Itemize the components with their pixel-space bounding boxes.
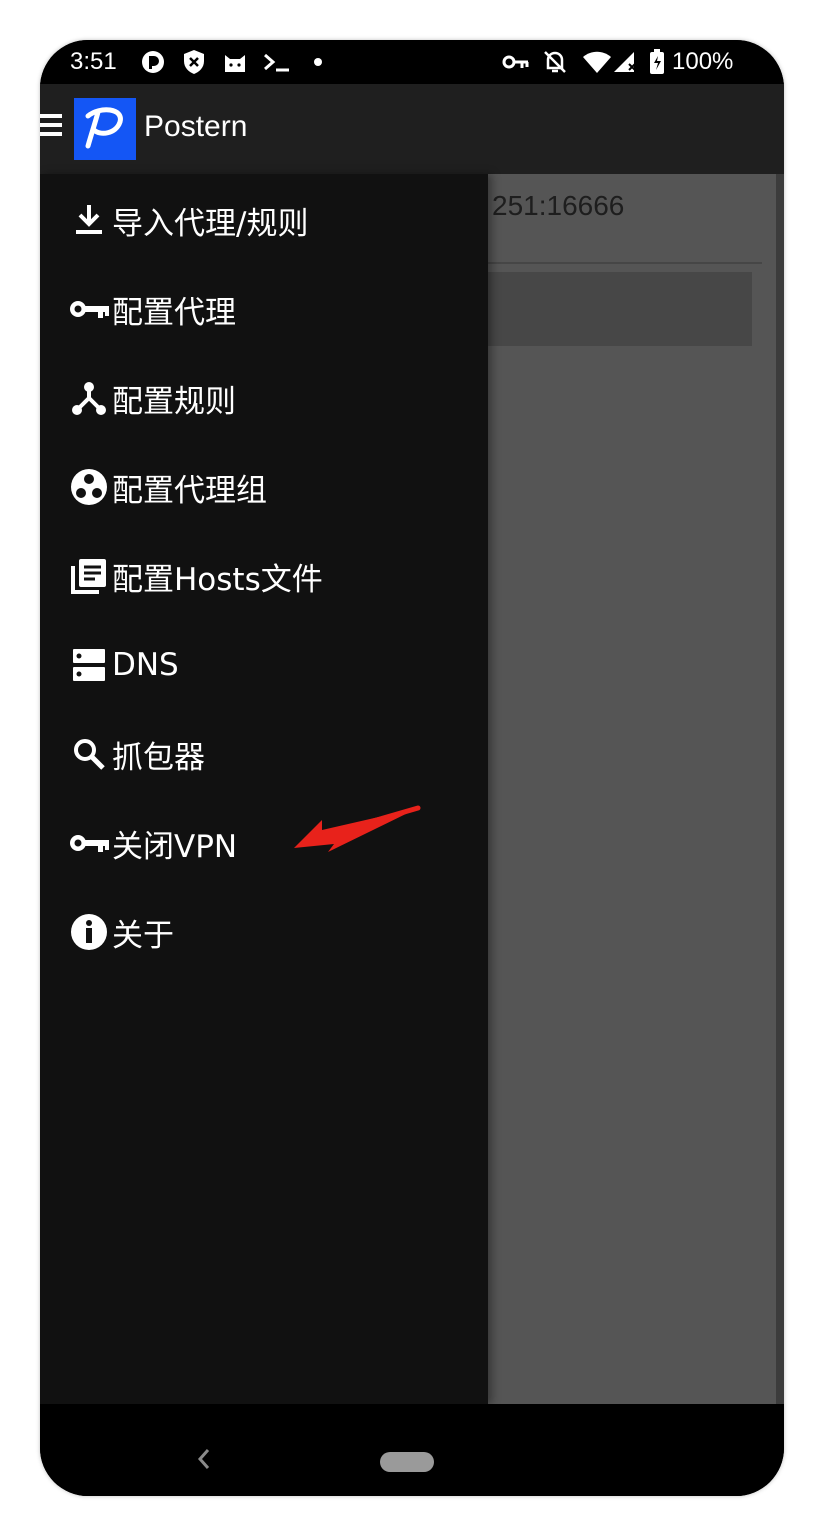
drawer-item-dns[interactable]: DNS [68, 635, 468, 695]
key-icon [68, 288, 110, 330]
drawer-item-proxy-group[interactable]: 配置代理组 [68, 457, 468, 517]
home-pill[interactable] [380, 1452, 434, 1472]
drawer-item-hosts[interactable]: 配置Hosts文件 [68, 546, 468, 606]
drawer-item-capture[interactable]: 抓包器 [68, 724, 468, 784]
wifi-icon [582, 48, 612, 76]
app-logo [74, 98, 136, 160]
drawer-item-label: 抓包器 [112, 739, 205, 776]
battery-icon [648, 48, 666, 76]
dns-server-icon [68, 644, 110, 686]
dot-icon [312, 48, 324, 76]
group-icon [68, 466, 110, 508]
drawer-item-label: 关闭VPN [112, 828, 238, 865]
cat-icon [222, 48, 248, 76]
app-notification-icon [140, 48, 166, 76]
notifications-off-icon [542, 48, 568, 76]
drawer-item-rules[interactable]: 配置规则 [68, 368, 468, 428]
hamburger-menu-icon[interactable] [40, 114, 62, 140]
back-icon[interactable] [192, 1444, 216, 1474]
content-scrim[interactable] [488, 174, 778, 1404]
shield-icon [182, 48, 206, 76]
drawer-item-label: 关于 [112, 917, 174, 954]
vpn-key-icon [68, 822, 110, 864]
battery-percent: 100% [672, 48, 734, 75]
drawer-item-label: 导入代理/规则 [112, 205, 309, 242]
drawer-item-import[interactable]: 导入代理/规则 [68, 190, 468, 250]
content-divider [488, 262, 762, 264]
library-icon [68, 555, 110, 597]
info-icon [68, 911, 110, 953]
drawer-item-label: 配置Hosts文件 [112, 561, 323, 598]
navigation-drawer: 导入代理/规则 配置代理 配置规则 配置代理组 配置Hosts文件 DNS 抓包… [40, 174, 488, 1404]
drawer-item-label: DNS [112, 647, 179, 683]
app-title: Postern [144, 110, 248, 143]
drawer-item-label: 配置规则 [112, 383, 236, 420]
download-icon [68, 199, 110, 241]
status-bar: 3:51 100% [40, 40, 784, 84]
status-time: 3:51 [70, 48, 117, 75]
proxy-address-text: 251:16666 [492, 190, 625, 221]
content-edge [776, 174, 784, 1404]
drawer-item-about[interactable]: 关于 [68, 902, 468, 962]
vpn-key-status-icon [502, 48, 530, 76]
phone-screen: 3:51 100% Postern 251:16666 导入代理/规则 配置代理… [40, 40, 784, 1496]
system-nav-bar [40, 1404, 784, 1496]
terminal-icon [262, 48, 292, 76]
branch-icon [68, 377, 110, 419]
drawer-item-label: 配置代理组 [112, 472, 267, 509]
cell-signal-icon [612, 48, 638, 76]
annotation-arrow-icon [294, 805, 421, 852]
search-icon [68, 733, 110, 775]
drawer-item-proxy[interactable]: 配置代理 [68, 279, 468, 339]
drawer-item-label: 配置代理 [112, 294, 236, 331]
app-bar: Postern [40, 84, 784, 174]
content-row [488, 272, 752, 346]
